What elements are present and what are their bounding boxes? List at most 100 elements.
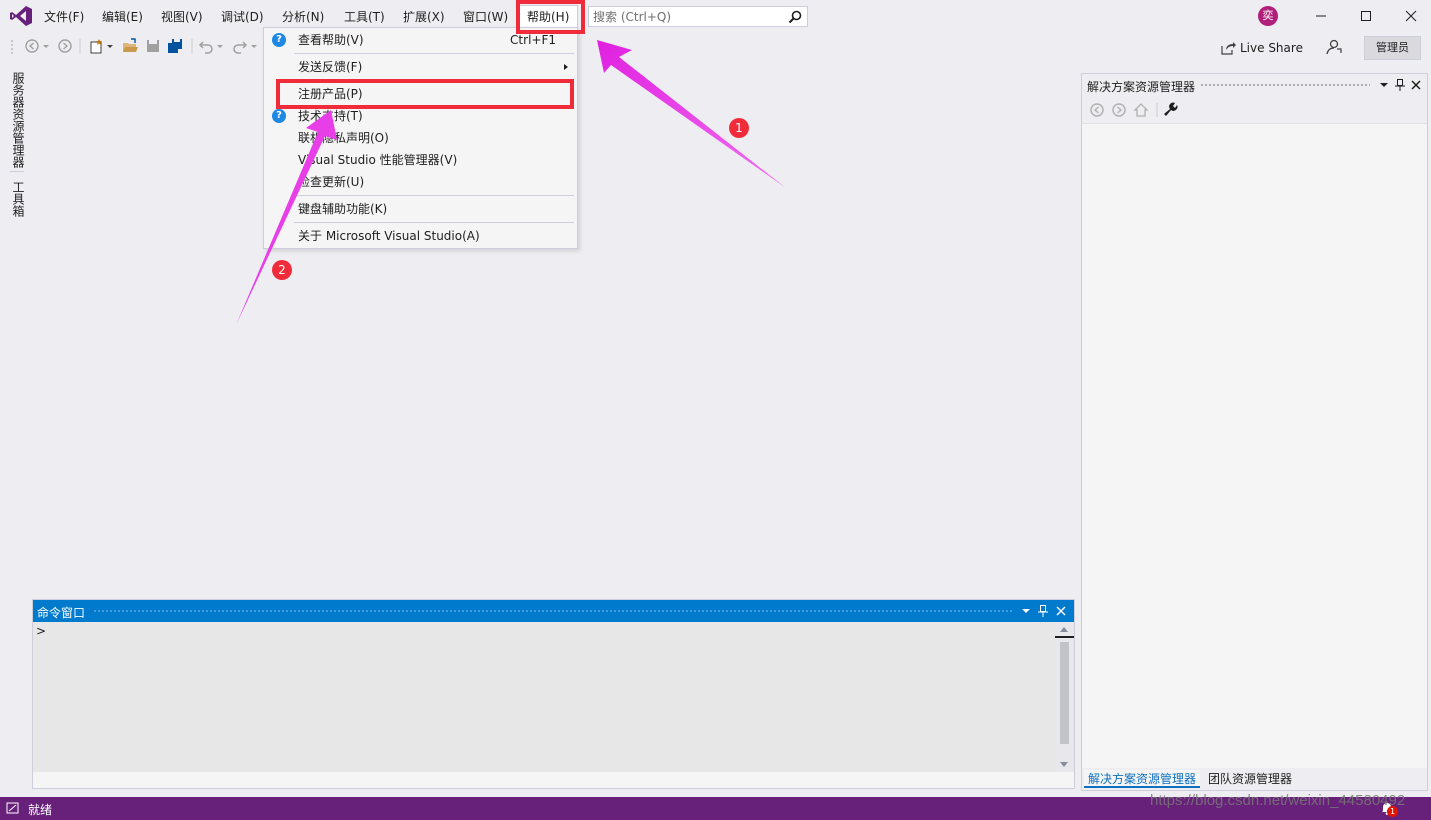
menu-debug[interactable]: 调试(D) [218, 8, 267, 26]
tab-server-explorer[interactable]: 服务器资源管理器 [10, 72, 25, 168]
highlight-help-menu [516, 0, 585, 34]
tab-solution-explorer[interactable]: 解决方案资源管理器 [1084, 770, 1201, 788]
standard-toolbar: Live Share 管理员 [0, 32, 1431, 62]
user-avatar[interactable]: 奕 [1258, 6, 1278, 26]
admin-badge: 管理员 [1364, 36, 1421, 60]
menu-item-label: 键盘辅助功能(K) [298, 202, 388, 216]
solution-explorer-tree[interactable] [1082, 124, 1427, 768]
search-icon[interactable] [788, 10, 802, 24]
pin-icon[interactable] [1037, 604, 1049, 618]
help-menu-dropdown: ? 查看帮助(V) Ctrl+F1 发送反馈(F) 注册产品(P) ? 技术支持… [263, 27, 578, 249]
scroll-up-arrow-icon[interactable] [1060, 627, 1068, 632]
new-project-icon[interactable] [88, 38, 104, 54]
live-share-icon [1221, 42, 1236, 55]
command-window: 命令窗口 > [32, 599, 1075, 789]
undo-dropdown-icon[interactable] [216, 38, 224, 54]
menu-item-label: Visual Studio 性能管理器(V) [298, 153, 458, 167]
menu-item-about[interactable]: 关于 Microsoft Visual Studio(A) [264, 225, 577, 247]
menu-item-label: 关于 Microsoft Visual Studio(A) [298, 229, 480, 243]
quick-launch-search[interactable] [588, 6, 808, 27]
toolbar-separator-icon [79, 39, 81, 53]
panel-options-dropdown-icon[interactable] [1378, 78, 1390, 92]
back-icon[interactable] [1089, 102, 1105, 118]
pin-icon[interactable] [1394, 78, 1406, 92]
scroll-down-arrow-icon[interactable] [1060, 762, 1068, 767]
menu-item-performance-manager[interactable]: Visual Studio 性能管理器(V) [264, 149, 577, 171]
menu-item-privacy-statement[interactable]: 联机隐私声明(O) [264, 127, 577, 149]
live-share-label: Live Share [1240, 41, 1303, 55]
menu-item-label: 查看帮助(V) [298, 33, 364, 47]
panel-drag-grip[interactable] [93, 609, 1013, 614]
solution-explorer-panel: 解决方案资源管理器 解决方案资源管理器 团队资源管理器 [1081, 73, 1428, 791]
menu-item-send-feedback[interactable]: 发送反馈(F) [264, 56, 577, 78]
toolbar-grip-icon[interactable] [10, 38, 16, 54]
close-icon[interactable] [1400, 6, 1422, 26]
menu-item-keyboard-accessibility[interactable]: 键盘辅助功能(K) [264, 198, 577, 220]
redo-dropdown-icon[interactable] [250, 38, 258, 54]
navigate-back-icon[interactable] [24, 38, 40, 54]
solution-explorer-header: 解决方案资源管理器 [1082, 74, 1427, 96]
menu-item-label: 技术支持(T) [298, 109, 363, 123]
scrollbar-marker [1055, 636, 1074, 638]
highlight-register-product [276, 79, 574, 109]
solution-explorer-toolbar [1082, 96, 1427, 124]
live-share-button[interactable]: Live Share [1220, 39, 1303, 57]
scrollbar-thumb[interactable] [1060, 642, 1069, 744]
status-ready-icon [6, 802, 19, 814]
redo-icon[interactable] [232, 38, 248, 54]
menu-item-check-updates[interactable]: 检查更新(U) [264, 171, 577, 193]
submenu-arrow-icon [564, 64, 568, 70]
navigate-forward-icon[interactable] [57, 38, 73, 54]
home-icon[interactable] [1133, 102, 1149, 118]
menu-separator [294, 195, 574, 196]
forward-icon[interactable] [1111, 102, 1127, 118]
menu-item-label: 检查更新(U) [298, 175, 365, 189]
save-all-icon[interactable] [167, 38, 183, 54]
help-circle-icon: ? [272, 109, 286, 123]
visual-studio-logo-icon [10, 6, 32, 26]
undo-icon[interactable] [198, 38, 214, 54]
command-input-area[interactable]: > [33, 622, 1055, 772]
open-file-icon[interactable] [122, 38, 138, 54]
menu-edit[interactable]: 编辑(E) [99, 8, 146, 26]
menu-view[interactable]: 视图(V) [158, 8, 206, 26]
new-project-dropdown-icon[interactable] [106, 38, 114, 54]
step-number-badge: 1 [729, 118, 749, 138]
menu-separator [294, 53, 574, 54]
help-circle-icon: ? [272, 33, 286, 47]
toolbar-separator-icon [1156, 103, 1158, 117]
command-prompt: > [36, 624, 47, 638]
menu-analyze[interactable]: 分析(N) [279, 8, 327, 26]
solution-panel-tabs: 解决方案资源管理器 团队资源管理器 [1082, 768, 1427, 790]
panel-drag-grip[interactable] [1200, 83, 1370, 88]
properties-wrench-icon[interactable] [1163, 102, 1179, 118]
tab-divider [10, 171, 24, 177]
maximize-icon[interactable] [1355, 6, 1377, 26]
search-input[interactable] [593, 8, 783, 25]
menu-file[interactable]: 文件(F) [41, 8, 87, 26]
solution-explorer-title: 解决方案资源管理器 [1087, 80, 1196, 94]
menu-extensions[interactable]: 扩展(X) [400, 8, 448, 26]
step-number-badge: 2 [272, 260, 292, 280]
toolbar-separator-icon [191, 39, 193, 53]
close-panel-icon[interactable] [1410, 78, 1422, 92]
save-icon[interactable] [145, 38, 161, 54]
back-dropdown-icon[interactable] [42, 38, 50, 54]
minimize-icon[interactable] [1310, 6, 1332, 26]
close-panel-icon[interactable] [1055, 604, 1067, 618]
menu-item-label: 发送反馈(F) [298, 60, 363, 74]
tab-toolbox[interactable]: 工具箱 [10, 181, 25, 217]
arrow-to-help-menu [597, 40, 786, 188]
tab-team-explorer[interactable]: 团队资源管理器 [1204, 770, 1296, 788]
menu-separator [294, 222, 574, 223]
watermark-text: https://blog.csdn.net/weixin_44580492 [1150, 792, 1406, 809]
menu-window[interactable]: 窗口(W) [460, 8, 511, 26]
menu-bar: 文件(F) 编辑(E) 视图(V) 调试(D) 分析(N) 工具(T) 扩展(X… [0, 0, 1431, 32]
command-window-header: 命令窗口 [33, 600, 1074, 622]
status-text: 就绪 [28, 803, 53, 817]
menu-tools[interactable]: 工具(T) [341, 8, 388, 26]
command-scrollbar[interactable] [1055, 622, 1074, 772]
command-window-title: 命令窗口 [37, 606, 86, 620]
panel-options-dropdown-icon[interactable] [1020, 604, 1032, 618]
feedback-person-icon[interactable] [1325, 38, 1342, 55]
